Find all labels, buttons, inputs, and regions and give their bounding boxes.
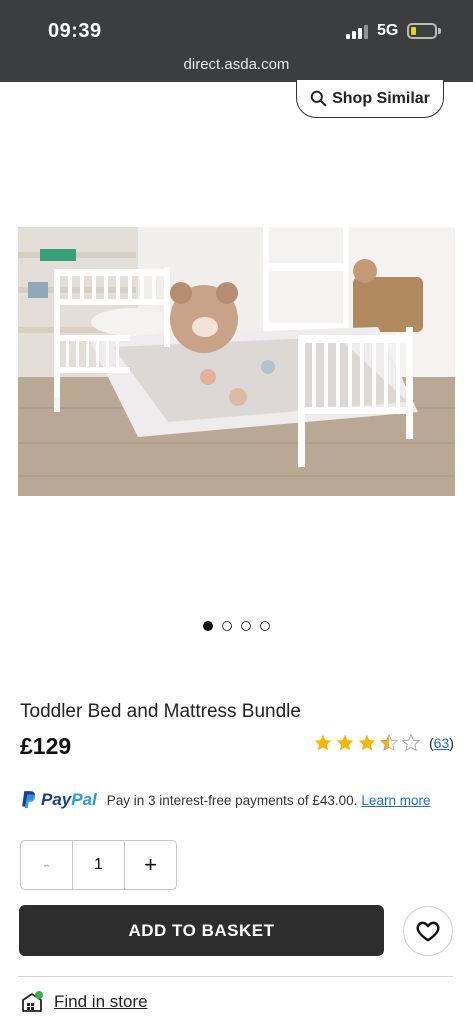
status-bar: 09:39 5G direct.asda.com	[0, 0, 473, 82]
paypal-banner: PayPal Pay in 3 interest-free payments o…	[20, 788, 460, 812]
search-icon	[310, 90, 327, 107]
carousel-dots	[0, 621, 473, 631]
battery-cap	[438, 28, 441, 34]
find-in-store-label: Find in store	[54, 992, 148, 1011]
star-half-icon	[379, 733, 399, 752]
status-time: 09:39	[48, 20, 102, 42]
rating[interactable]: (63)	[313, 733, 454, 753]
store-icon	[22, 991, 43, 1012]
paypal-logo: PayPal	[41, 790, 97, 810]
review-count-link[interactable]: 63	[434, 735, 450, 751]
star-empty-icon	[401, 733, 421, 752]
paypal-icon	[22, 790, 35, 808]
star-full-icon	[336, 734, 354, 751]
paypal-learn-more-link[interactable]: Learn more	[361, 793, 430, 808]
divider	[18, 976, 453, 977]
quantity-decrease-button[interactable]: -	[21, 841, 73, 889]
product-title: Toddler Bed and Mattress Bundle	[20, 701, 301, 722]
review-count[interactable]: (63)	[429, 735, 454, 751]
carousel-dot[interactable]	[241, 621, 251, 631]
battery-icon	[407, 23, 437, 39]
carousel-dot[interactable]	[222, 621, 232, 631]
paypal-text: Pay in 3 interest-free payments of £43.0…	[106, 792, 358, 808]
product-photo	[18, 227, 455, 496]
carousel-dot[interactable]	[260, 621, 270, 631]
product-image[interactable]	[18, 227, 455, 496]
find-in-store-link[interactable]: Find in store	[20, 990, 148, 1014]
paypal-logo-pal: Pal	[71, 790, 97, 809]
carousel-dot[interactable]	[203, 621, 213, 631]
heart-icon	[416, 921, 440, 942]
star-full-icon	[314, 734, 332, 751]
shop-similar-label: Shop Similar	[332, 89, 430, 107]
network-type: 5G	[377, 22, 399, 39]
url-bar[interactable]: direct.asda.com	[0, 56, 473, 73]
quantity-value[interactable]: 1	[73, 841, 125, 889]
add-to-basket-button[interactable]: ADD TO BASKET	[19, 905, 384, 956]
quantity-increase-button[interactable]: +	[125, 841, 176, 889]
product-price: £129	[20, 733, 72, 759]
shop-similar-button[interactable]: Shop Similar	[296, 80, 444, 118]
quantity-stepper: - 1 +	[20, 840, 177, 890]
star-full-icon	[358, 734, 376, 751]
wishlist-button[interactable]	[403, 906, 453, 956]
paypal-logo-pay: Pay	[41, 790, 72, 809]
signal-icon	[346, 25, 368, 39]
